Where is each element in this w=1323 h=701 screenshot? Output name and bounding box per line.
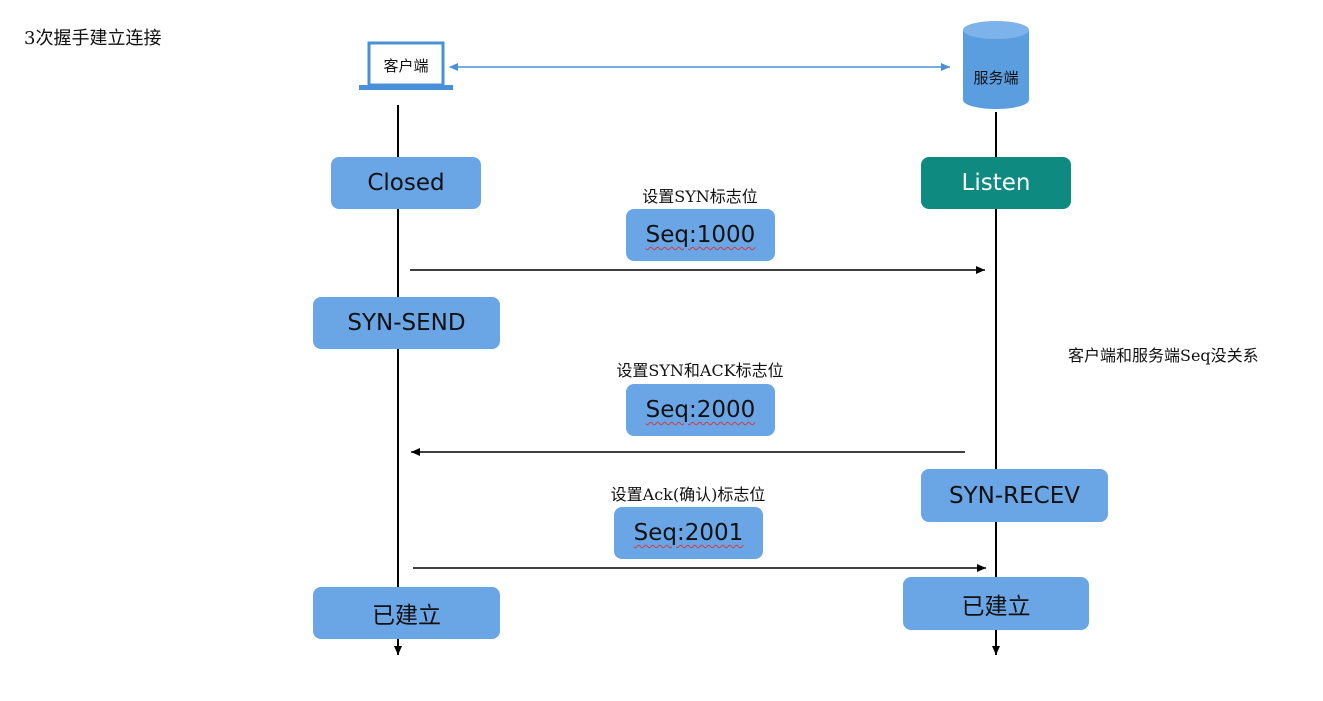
seq-box-2001: Seq:2001: [614, 507, 763, 559]
seq-box-2000: Seq:2000: [626, 384, 775, 436]
seq-box-1000: Seq:1000: [626, 209, 775, 261]
client-label: 客户端: [383, 57, 429, 75]
client-state-syn-send: SYN-SEND: [313, 297, 500, 349]
database-icon: [963, 21, 1029, 109]
message-note-ack: 设置Ack(确认)标志位: [610, 485, 766, 504]
server-state-established: 已建立: [903, 577, 1089, 630]
client-state-established: 已建立: [313, 587, 500, 639]
message-note-synack: 设置SYN和ACK标志位: [616, 361, 784, 380]
server-state-syn-recev: SYN-RECEV: [921, 469, 1108, 522]
seq-value: Seq:1000: [645, 222, 756, 248]
seq-value: Seq:2000: [645, 397, 756, 423]
message-note-syn: 设置SYN标志位: [642, 187, 758, 206]
side-note: 客户端和服务端Seq没关系: [1068, 346, 1259, 365]
server-state-listen: Listen: [921, 157, 1071, 209]
client-state-closed: Closed: [331, 157, 481, 209]
server-label: 服务端: [973, 69, 1019, 87]
seq-value: Seq:2001: [633, 520, 744, 546]
